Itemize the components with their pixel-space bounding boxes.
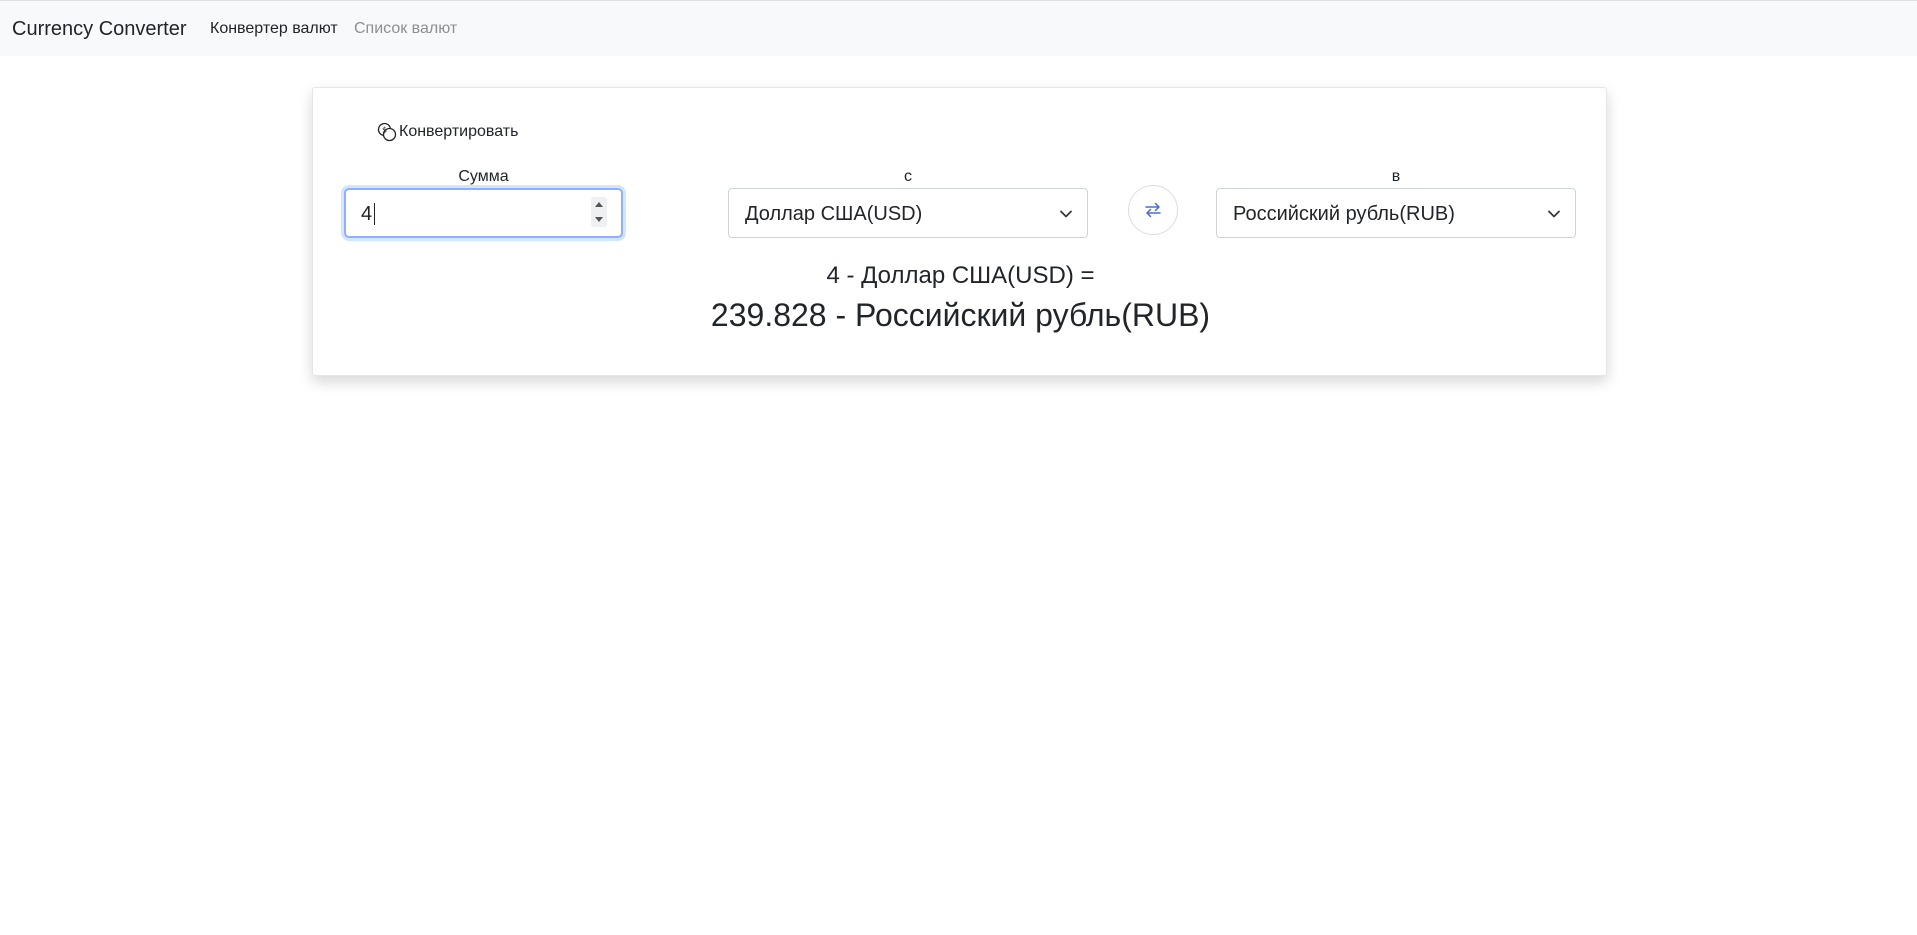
stepper-up-icon[interactable] [595,202,603,207]
converter-card: $ Конвертировать Сумма с в 4 Доллар США(… [312,87,1607,376]
to-currency-label: в [1391,168,1401,185]
from-currency-value: Доллар США(USD) [745,203,923,225]
from-currency-label: с [904,168,912,185]
svg-text:$: $ [382,126,387,135]
convert-button[interactable]: $ Конвертировать [377,121,518,143]
brand-link[interactable]: Currency Converter [12,17,187,41]
navbar: Currency Converter Конвертер валют Списо… [0,0,1917,56]
chevron-down-icon [1548,210,1560,218]
chevron-down-icon [1060,210,1072,218]
result-converted-amount: 239.828 - Российский рубль(RUB) [710,297,1211,333]
convert-button-label: Конвертировать [399,123,519,140]
swap-arrows-icon [1145,202,1161,218]
amount-label: Сумма [458,168,509,185]
to-currency-select[interactable]: Российский рубль(RUB) [1216,188,1576,238]
nav-link-converter[interactable]: Конвертер валют [210,19,338,39]
text-caret [374,203,375,225]
amount-input[interactable]: 4 [344,188,623,238]
nav-link-currency-list[interactable]: Список валют [354,19,457,39]
result-source-amount: 4 - Доллар США(USD) = [826,262,1095,289]
amount-input-value: 4 [361,203,373,225]
from-currency-select[interactable]: Доллар США(USD) [728,188,1088,238]
currency-exchange-icon: $ [377,122,397,142]
to-currency-value: Российский рубль(RUB) [1233,203,1455,225]
quantity-stepper[interactable] [591,197,607,227]
swap-currencies-button[interactable] [1128,185,1178,235]
stepper-down-icon[interactable] [595,217,603,222]
